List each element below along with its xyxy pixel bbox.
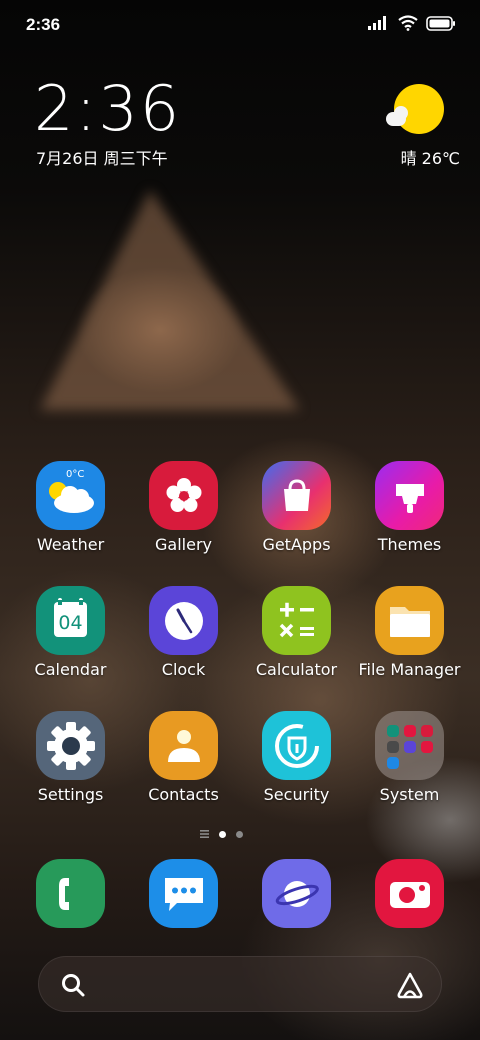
clock-widget-time[interactable]: 2:36 (34, 72, 181, 145)
app-settings[interactable]: Settings (14, 711, 127, 821)
app-label: File Manager (358, 660, 461, 679)
app-label: Themes (377, 535, 442, 554)
folder-icon (375, 586, 444, 655)
app-label: Contacts (148, 785, 219, 804)
app-contacts[interactable]: Contacts (127, 711, 240, 821)
app-gallery[interactable]: Gallery (127, 461, 240, 571)
page-dot-active[interactable] (219, 830, 226, 838)
search-bar[interactable] (38, 956, 442, 1012)
app-label: System (379, 785, 440, 804)
app-label: Security (263, 785, 330, 804)
app-themes[interactable]: Themes (353, 461, 466, 571)
battery-icon (426, 15, 455, 31)
app-calculator[interactable]: Calculator (240, 586, 353, 696)
shield-icon (262, 711, 331, 780)
app-label: GetApps (262, 535, 331, 554)
signal-icon (368, 16, 386, 30)
app-security[interactable]: Security (240, 711, 353, 821)
calendar-icon: 04 (36, 586, 105, 655)
calculator-icon (262, 586, 331, 655)
app-label: Clock (161, 660, 206, 679)
app-label: Calculator (255, 660, 338, 679)
app-label: Settings (37, 785, 104, 804)
calendar-day: 04 (58, 612, 82, 634)
flower-icon (149, 461, 218, 530)
assistant-icon[interactable] (395, 970, 425, 1000)
paintbrush-icon (375, 461, 444, 530)
app-getapps[interactable]: GetApps (240, 461, 353, 571)
folder-grid-icon (375, 711, 444, 780)
app-weather[interactable]: 0°C Weather (14, 461, 127, 571)
dock-messages-button[interactable] (149, 859, 218, 928)
cloud-puff (394, 106, 408, 120)
page-indicator (200, 830, 243, 838)
status-icons (368, 15, 456, 31)
app-file-manager[interactable]: File Manager (353, 586, 466, 696)
app-calendar[interactable]: 04 Calendar (14, 586, 127, 696)
phone-icon (58, 877, 69, 910)
weather-badge: 0°C (66, 469, 84, 480)
weather-condition-temp: 晴 26℃ (400, 149, 460, 168)
page-dot[interactable] (236, 830, 243, 838)
clock-widget-date[interactable]: 7月26日 周三下午 (36, 145, 168, 169)
planet-icon (275, 880, 319, 907)
app-label: Weather (36, 535, 105, 554)
shopping-bag-icon (262, 461, 331, 530)
app-system-folder[interactable]: System (353, 711, 466, 821)
chat-icon (164, 877, 203, 911)
status-bar: 2:36 (0, 0, 480, 50)
app-label: Gallery (155, 535, 212, 554)
app-label: Calendar (34, 660, 107, 679)
app-clock[interactable]: Clock (127, 586, 240, 696)
wifi-icon (398, 15, 418, 31)
dock-camera-button[interactable] (375, 859, 444, 928)
camera-icon (389, 881, 430, 908)
feed-page-icon[interactable] (200, 830, 209, 838)
dock-browser-button[interactable] (262, 859, 331, 928)
weather-widget[interactable]: 晴 26℃ (384, 82, 460, 172)
weather-icon: 0°C (36, 461, 105, 530)
dock-phone-button[interactable] (36, 859, 105, 928)
gear-icon (36, 711, 105, 780)
status-time: 2:36 (26, 15, 61, 34)
search-icon[interactable] (59, 971, 87, 999)
person-icon (149, 711, 218, 780)
clock-icon (149, 586, 218, 655)
wallpaper-shape (40, 190, 300, 410)
